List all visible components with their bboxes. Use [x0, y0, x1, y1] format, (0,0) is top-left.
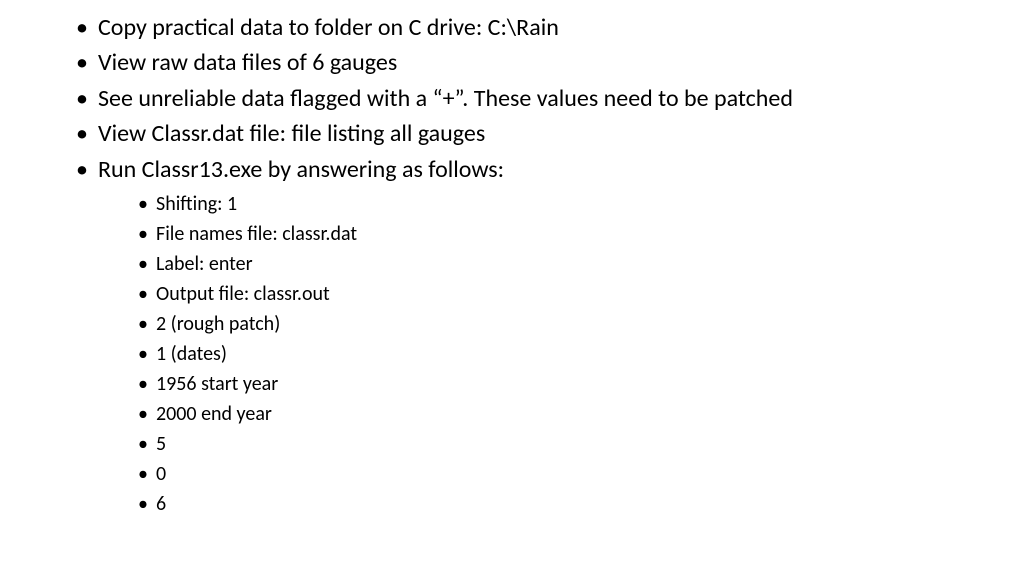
list-item-text: Label: enter [156, 252, 253, 276]
list-item-text: 0 [156, 462, 166, 486]
list-item-text: Output file: classr.out [156, 282, 330, 306]
sub-bullet-list: Shifting: 1 File names file: classr.dat … [134, 190, 954, 518]
list-item: 1 (dates) [134, 340, 954, 368]
list-item: 2 (rough patch) [134, 310, 954, 338]
list-item: 1956 start year [134, 370, 954, 398]
list-item: View raw data files of 6 gauges [70, 47, 954, 79]
list-item-text: See unreliable data flagged with a “+”. … [98, 84, 793, 113]
list-item: Copy practical data to folder on C drive… [70, 12, 954, 44]
list-item: View Classr.dat file: file listing all g… [70, 118, 954, 150]
list-item: 6 [134, 490, 954, 518]
list-item-text: 1 (dates) [156, 342, 227, 366]
list-item: Shifting: 1 [134, 190, 954, 218]
list-item-text: 6 [156, 492, 166, 516]
list-item-text: View Classr.dat file: file listing all g… [98, 119, 485, 148]
list-item: 2000 end year [134, 400, 954, 428]
list-item: Label: enter [134, 250, 954, 278]
list-item-text: 2000 end year [156, 402, 272, 426]
list-item: See unreliable data flagged with a “+”. … [70, 83, 954, 115]
list-item: Run Classr13.exe by answering as follows… [70, 154, 954, 518]
list-item: Output file: classr.out [134, 280, 954, 308]
list-item-text: View raw data files of 6 gauges [98, 48, 397, 77]
list-item-text: Shifting: 1 [156, 192, 237, 216]
list-item-text: Copy practical data to folder on C drive… [98, 13, 559, 42]
list-item: 0 [134, 460, 954, 488]
list-item-text: 2 (rough patch) [156, 312, 280, 336]
main-bullet-list: Copy practical data to folder on C drive… [70, 12, 954, 518]
list-item: 5 [134, 430, 954, 458]
list-item-text: 5 [156, 432, 166, 456]
list-item: File names file: classr.dat [134, 220, 954, 248]
list-item-text: Run Classr13.exe by answering as follows… [98, 155, 504, 184]
list-item-text: 1956 start year [156, 372, 278, 396]
list-item-text: File names file: classr.dat [156, 222, 357, 246]
